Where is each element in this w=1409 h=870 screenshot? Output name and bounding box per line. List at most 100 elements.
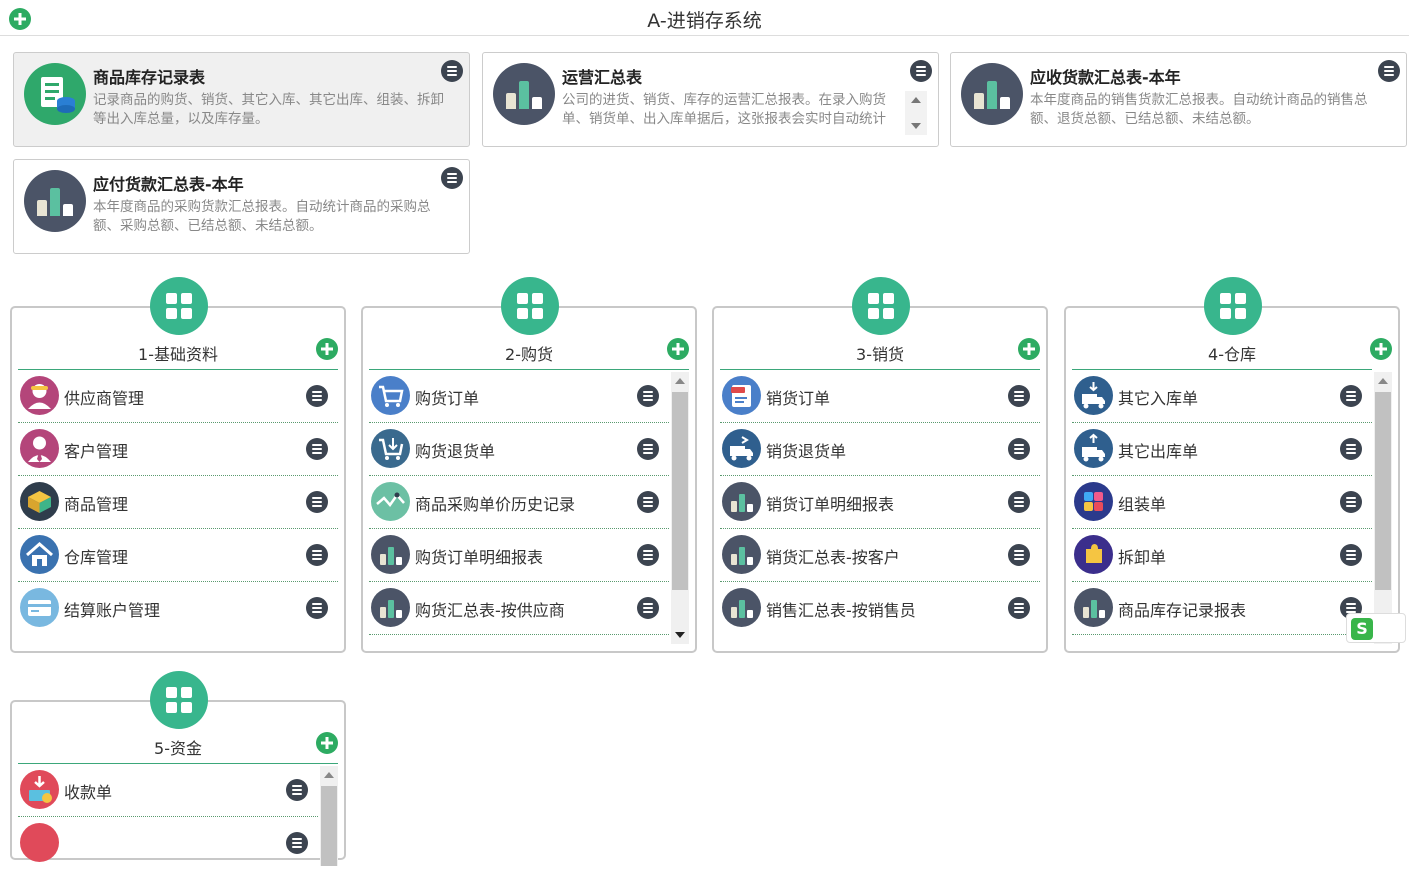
module-purchase: 2-购货 购货订单 购货退货单 商品采购单价历史记录 购货订单明细报表 购货汇总… bbox=[361, 277, 697, 653]
report-card-payables[interactable]: 应付货款汇总表-本年 本年度商品的采购货款汇总报表。自动统计商品的采购总额、采购… bbox=[13, 159, 470, 254]
menu-icon[interactable] bbox=[637, 438, 659, 460]
list-item-label: 销货订单明细报表 bbox=[766, 495, 895, 514]
menu-icon[interactable] bbox=[441, 60, 463, 82]
list-item[interactable]: 其它出库单 bbox=[1072, 423, 1372, 476]
menu-icon[interactable] bbox=[1008, 597, 1030, 619]
list-item[interactable]: 商品库存记录报表 bbox=[1072, 582, 1372, 635]
s-logo-icon: S bbox=[1351, 618, 1373, 640]
list-item[interactable]: 客户管理 bbox=[18, 423, 338, 476]
list-item[interactable]: 拆卸单 bbox=[1072, 529, 1372, 582]
list-item[interactable]: 销货订单明细报表 bbox=[720, 476, 1040, 529]
module-sales: 3-销货 销货订单 销货退货单 销货订单明细报表 销货汇总表-按客户 销售汇总表… bbox=[712, 277, 1048, 653]
module-finance: 5-资金 收款单 bbox=[10, 671, 346, 866]
menu-icon[interactable] bbox=[1008, 491, 1030, 513]
add-item-icon[interactable] bbox=[1370, 338, 1392, 360]
list-scrollbar[interactable] bbox=[671, 372, 689, 644]
menu-icon[interactable] bbox=[306, 597, 328, 619]
list-item-label: 收款单 bbox=[64, 783, 113, 802]
list-item[interactable]: 收款单 bbox=[18, 764, 318, 817]
truck-out-icon bbox=[1074, 429, 1113, 468]
list-item[interactable]: 其它入库单 bbox=[1072, 370, 1372, 423]
bar-chart-icon bbox=[371, 588, 410, 627]
list-item[interactable] bbox=[18, 817, 318, 870]
customer-icon bbox=[20, 429, 59, 468]
menu-icon[interactable] bbox=[910, 60, 932, 82]
menu-icon[interactable] bbox=[637, 597, 659, 619]
menu-icon[interactable] bbox=[637, 385, 659, 407]
app-title: A-进销存系统 bbox=[647, 10, 762, 32]
bar-chart-icon bbox=[1074, 588, 1113, 627]
menu-icon[interactable] bbox=[1008, 385, 1030, 407]
report-description: 本年度商品的销售货款汇总报表。自动统计商品的销售总额、退货总额、已结总额、未结总… bbox=[1030, 92, 1368, 127]
sale-tag-icon bbox=[722, 376, 761, 415]
list-item[interactable]: 供应商管理 bbox=[18, 370, 338, 423]
list-item[interactable]: 购货订单明细报表 bbox=[369, 529, 669, 582]
menu-icon[interactable] bbox=[637, 491, 659, 513]
report-card-receivables[interactable]: 应收货款汇总表-本年 本年度商品的销售货款汇总报表。自动统计商品的销售总额、退货… bbox=[950, 52, 1407, 147]
list-item[interactable]: 销货汇总表-按客户 bbox=[720, 529, 1040, 582]
list-item[interactable]: 仓库管理 bbox=[18, 529, 338, 582]
add-item-icon[interactable] bbox=[1018, 338, 1040, 360]
list-item-label: 销货退货单 bbox=[766, 442, 847, 461]
list-item[interactable]: 结算账户管理 bbox=[18, 582, 338, 635]
menu-icon[interactable] bbox=[441, 167, 463, 189]
menu-icon[interactable] bbox=[1008, 438, 1030, 460]
bar-chart-icon bbox=[371, 535, 410, 574]
list-item[interactable]: 商品采购单价历史记录 bbox=[369, 476, 669, 529]
menu-icon[interactable] bbox=[1340, 491, 1362, 513]
menu-icon[interactable] bbox=[1340, 438, 1362, 460]
report-description: 记录商品的购货、销货、其它入库、其它出库、组装、拆卸等出入库总量，以及库存量。 bbox=[93, 92, 444, 127]
menu-icon[interactable] bbox=[286, 832, 308, 854]
floating-widget[interactable]: S bbox=[1346, 613, 1406, 643]
inventory-record-icon bbox=[24, 63, 86, 125]
grid-icon bbox=[501, 277, 559, 335]
list-item-label: 销货汇总表-按客户 bbox=[766, 548, 900, 567]
report-description: 本年度商品的采购货款汇总报表。自动统计商品的采购总额、采购总额、已结总额、未结总… bbox=[93, 199, 431, 234]
list-item-label: 仓库管理 bbox=[64, 548, 129, 567]
supplier-icon bbox=[20, 376, 59, 415]
module-warehouse: 4-仓库 其它入库单 其它出库单 组装单 拆卸单 商品库存记录报表 bbox=[1064, 277, 1400, 653]
grid-icon bbox=[150, 671, 208, 729]
add-item-icon[interactable] bbox=[316, 732, 338, 754]
report-description: 公司的进货、销货、库存的运营汇总报表。在录入购货单、销货单、出入库单据后，这张报… bbox=[562, 92, 886, 127]
list-item[interactable]: 销货退货单 bbox=[720, 423, 1040, 476]
module-title: 4-仓库 bbox=[1208, 345, 1256, 364]
add-item-icon[interactable] bbox=[316, 338, 338, 360]
report-card-inventory-record[interactable]: 商品库存记录表 记录商品的购货、销货、其它入库、其它出库、组装、拆卸等出入库总量… bbox=[13, 52, 470, 147]
add-item-icon[interactable] bbox=[667, 338, 689, 360]
list-item[interactable]: 购货订单 bbox=[369, 370, 669, 423]
list-scrollbar[interactable] bbox=[320, 766, 338, 866]
menu-icon[interactable] bbox=[1378, 60, 1400, 82]
bar-chart-icon bbox=[493, 63, 555, 125]
list-item[interactable]: 销售汇总表-按销售员 bbox=[720, 582, 1040, 635]
menu-icon[interactable] bbox=[286, 779, 308, 801]
menu-icon[interactable] bbox=[1340, 385, 1362, 407]
menu-icon[interactable] bbox=[1340, 544, 1362, 566]
list-item-label: 组装单 bbox=[1118, 495, 1167, 514]
description-scrollbar[interactable] bbox=[905, 91, 927, 135]
top-bar: A-进销存系统 bbox=[0, 0, 1409, 36]
list-item-label: 销货订单 bbox=[766, 389, 831, 408]
report-card-operations-summary[interactable]: 运营汇总表 公司的进货、销货、库存的运营汇总报表。在录入购货单、销货单、出入库单… bbox=[482, 52, 939, 147]
list-item[interactable]: 销货订单 bbox=[720, 370, 1040, 423]
menu-icon[interactable] bbox=[306, 491, 328, 513]
report-title: 应收货款汇总表-本年 bbox=[1030, 68, 1181, 87]
puzzle-icon bbox=[1074, 535, 1113, 574]
list-item-label: 客户管理 bbox=[64, 442, 129, 461]
list-item-label: 销售汇总表-按销售员 bbox=[766, 601, 916, 620]
menu-icon[interactable] bbox=[1008, 544, 1030, 566]
menu-icon[interactable] bbox=[306, 385, 328, 407]
list-scrollbar[interactable] bbox=[1374, 372, 1392, 644]
list-item-label: 其它出库单 bbox=[1118, 442, 1199, 461]
menu-icon[interactable] bbox=[306, 438, 328, 460]
menu-icon[interactable] bbox=[637, 544, 659, 566]
truck-in-icon bbox=[1074, 376, 1113, 415]
list-item-label: 供应商管理 bbox=[64, 389, 145, 408]
list-item[interactable]: 组装单 bbox=[1072, 476, 1372, 529]
list-item[interactable]: 购货汇总表-按供应商 bbox=[369, 582, 669, 635]
list-item[interactable]: 购货退货单 bbox=[369, 423, 669, 476]
module-title: 2-购货 bbox=[505, 345, 553, 364]
list-item[interactable]: 商品管理 bbox=[18, 476, 338, 529]
menu-icon[interactable] bbox=[306, 544, 328, 566]
module-basic-data: 1-基础资料 供应商管理 客户管理 商品管理 仓库管理 结算账户管理 bbox=[10, 277, 346, 653]
